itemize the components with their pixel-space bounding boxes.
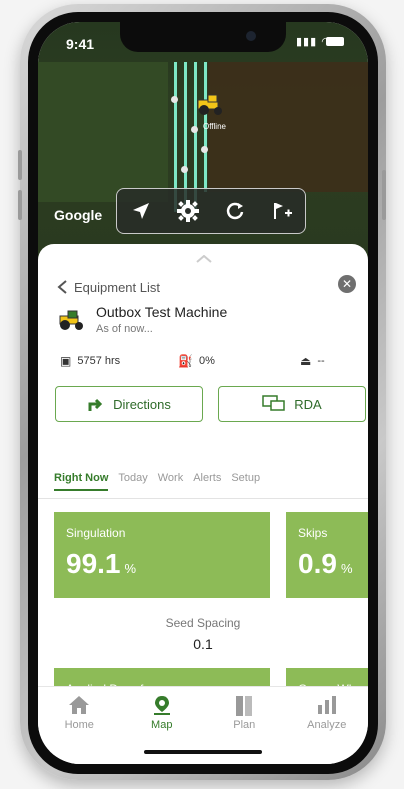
tab-right-now[interactable]: Right Now (54, 472, 109, 491)
engine-hours: ▣ 5757 hrs (60, 354, 120, 368)
divider (38, 498, 368, 499)
tab-work[interactable]: Work (158, 472, 183, 491)
rda-label: RDA (294, 396, 322, 412)
map-point (181, 166, 188, 173)
tab-setup[interactable]: Setup (231, 472, 260, 491)
rda-button[interactable]: RDA (218, 386, 366, 422)
other-stat: ⏏ -- (300, 354, 325, 368)
skips-label: Skips (298, 526, 328, 540)
skips-card[interactable]: Skips 0.9% (286, 512, 368, 598)
machine-name: Outbox Test Machine (96, 304, 228, 320)
tractor-icon (58, 310, 86, 335)
turn-arrow-icon (88, 398, 103, 411)
singulation-value: 99.1% (66, 548, 137, 579)
fuel-icon: ⛽ (178, 354, 193, 368)
map-field (38, 62, 168, 202)
satellite-map[interactable]: Offline 9:41 ▮▮▮ ◠ Google (38, 22, 368, 262)
equipment-sheet: Equipment List ✕ Outbox Test Machine As … (38, 244, 368, 714)
directions-label: Directions (113, 396, 171, 412)
volume-down-button (18, 190, 22, 220)
status-time: 9:41 (66, 36, 95, 52)
remote-display-icon (262, 395, 286, 411)
add-flag-icon[interactable] (265, 194, 299, 228)
fuel-value: 0% (198, 355, 215, 367)
home-indicator (144, 750, 262, 754)
map-point (191, 126, 198, 133)
bar-chart-icon (317, 696, 336, 714)
singulation-label: Singulation (66, 526, 126, 540)
app-screen: Offline 9:41 ▮▮▮ ◠ Google Equipment List… (38, 22, 368, 764)
nav-home-label: Home (64, 719, 94, 731)
hour-meter-icon: ▣ (60, 354, 72, 368)
sheet-handle-chevron-icon[interactable] (196, 250, 212, 268)
camera-icon (246, 31, 256, 41)
map-pin-icon (153, 696, 170, 715)
seed-spacing-value: 0.1 (193, 636, 213, 652)
gear-icon[interactable] (171, 194, 205, 228)
status-bar: 9:41 ▮▮▮ ◠ (38, 22, 368, 62)
back-button[interactable]: Equipment List (56, 279, 160, 295)
locate-arrow-icon[interactable] (124, 194, 158, 228)
back-label: Equipment List (74, 279, 160, 295)
tab-today[interactable]: Today (118, 472, 147, 491)
plan-icon (236, 696, 253, 716)
nav-plan-label: Plan (233, 719, 256, 731)
chevron-left-icon (57, 280, 67, 294)
metric-tabs: Right Now Today Work Alerts Setup (54, 472, 354, 491)
map-toolbar (116, 188, 306, 234)
map-point (201, 146, 208, 153)
other-stat-value: -- (317, 355, 325, 367)
tractor-marker-icon[interactable] (196, 94, 226, 121)
battery-icon (326, 37, 344, 46)
nav-analyze-label: Analyze (307, 719, 347, 731)
tab-alerts[interactable]: Alerts (193, 472, 221, 491)
skips-value: 0.9% (298, 548, 353, 579)
seed-spacing-label: Seed Spacing (165, 616, 241, 630)
power-button (382, 170, 386, 220)
refresh-icon[interactable] (218, 194, 252, 228)
machine-subtitle: As of now... (96, 323, 153, 335)
map-field (208, 62, 368, 192)
home-icon (69, 696, 90, 714)
nav-analyze[interactable]: Analyze (292, 687, 362, 764)
map-point (171, 96, 178, 103)
def-icon: ⏏ (300, 354, 312, 368)
marker-label: Offline (203, 122, 226, 131)
directions-button[interactable]: Directions (55, 386, 203, 422)
notch (120, 22, 286, 52)
singulation-card[interactable]: Singulation 99.1% (54, 512, 270, 598)
google-attribution: Google (54, 207, 103, 223)
fuel-level: ⛽ 0% (178, 354, 215, 368)
volume-up-button (18, 150, 22, 180)
nav-home[interactable]: Home (44, 687, 114, 764)
hours-value: 5757 hrs (77, 355, 121, 367)
close-button[interactable]: ✕ (338, 275, 356, 293)
nav-map-label: Map (151, 719, 173, 731)
